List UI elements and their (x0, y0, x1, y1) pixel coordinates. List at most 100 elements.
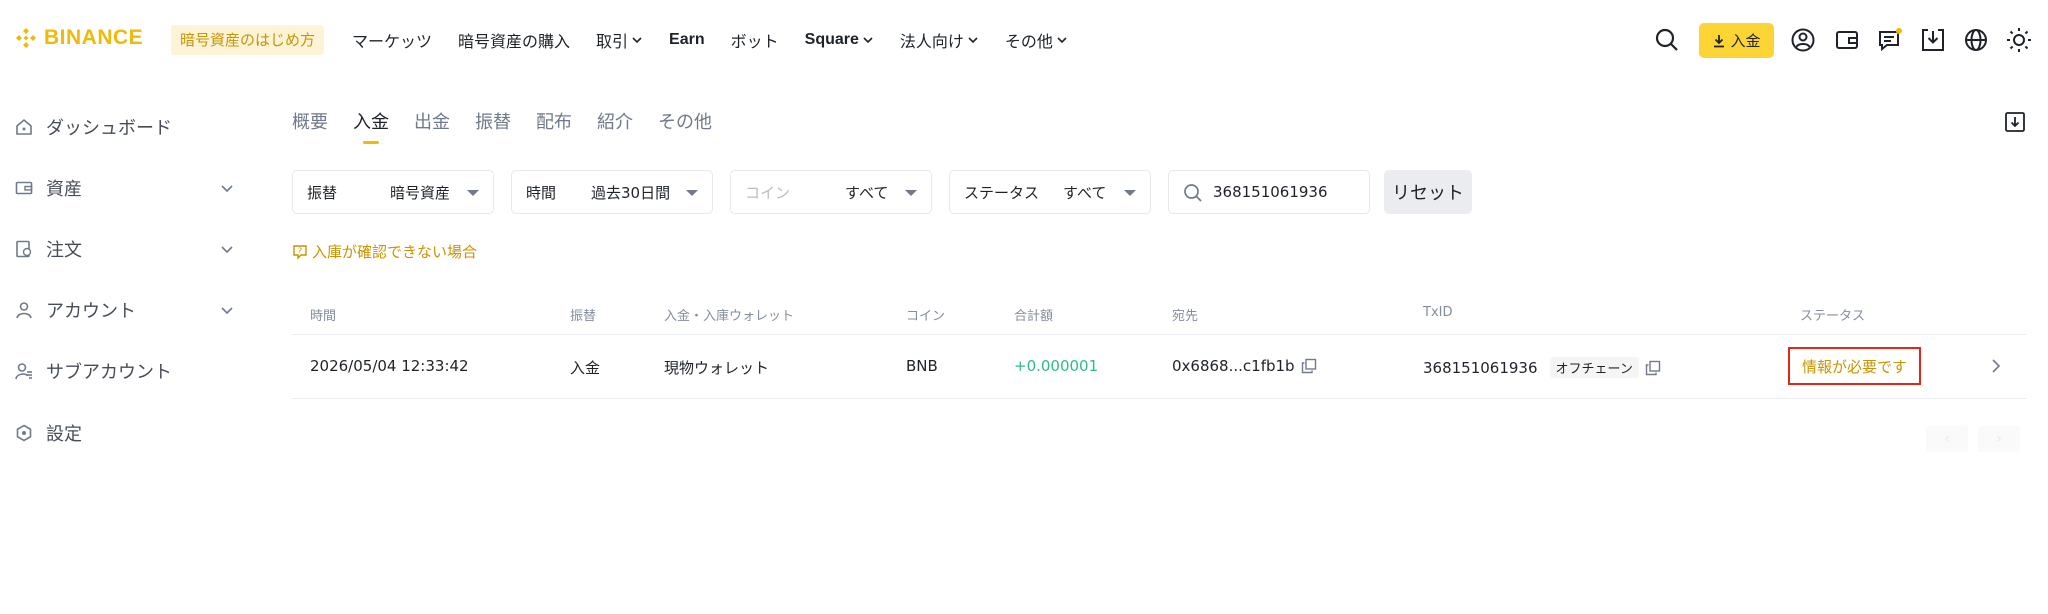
col-time: 時間 (310, 309, 337, 324)
sidebar-item-assets[interactable]: 資産 (14, 173, 234, 203)
time-filter[interactable]: 時間 過去30日間 (511, 170, 713, 214)
download-app-icon[interactable] (1919, 26, 1947, 54)
type-filter[interactable]: 振替 暗号資産 (292, 170, 494, 214)
nav-label: ボット (730, 32, 779, 51)
search-icon[interactable] (1653, 26, 1681, 54)
promo-link[interactable]: 暗号資産のはじめ方 (171, 25, 325, 55)
nav-institutional[interactable]: 法人向け (900, 28, 979, 52)
wallet-icon (14, 178, 34, 198)
export-icon[interactable] (2004, 111, 2026, 133)
table-row[interactable]: 2026/05/04 12:33:42 入金 現物ウォレット BNB +0.00… (292, 335, 2026, 399)
orders-icon (14, 239, 34, 259)
dropdown-arrow-icon (467, 190, 479, 196)
nav-earn[interactable]: Earn (669, 28, 705, 52)
sidebar-item-orders[interactable]: 注文 (14, 234, 234, 264)
col-txid: TxID (1423, 305, 1453, 320)
col-amount: 合計額 (1014, 309, 1054, 324)
row-address-cell: 0x6868...c1fb1b (1172, 357, 1317, 375)
tab-referral[interactable]: 紹介 (597, 108, 633, 136)
nav-trade[interactable]: 取引 (596, 28, 643, 52)
deposit-not-credited-link[interactable]: ? 入庫が確認できない場合 (292, 241, 477, 262)
messages-icon[interactable] (1876, 26, 1904, 54)
coin-filter[interactable]: コイン すべて (730, 170, 932, 214)
row-address: 0x6868...c1fb1b (1172, 357, 1295, 375)
filter-value: 過去30日間 (591, 183, 671, 202)
table-header: 時間 振替 入金・入庫ウォレット コイン 合計額 宛先 TxID ステータス (292, 295, 2026, 335)
nav-label: Earn (669, 31, 705, 48)
search-icon (1184, 184, 1202, 202)
help-icon: ? (293, 244, 307, 260)
sub-account-icon (14, 361, 34, 381)
theme-toggle-icon[interactable] (2005, 26, 2033, 54)
deposit-label: 入金 (1730, 32, 1761, 50)
prev-page-button[interactable]: ‹ (1926, 426, 1968, 452)
status-badge[interactable]: 情報が必要です (1788, 347, 1921, 385)
col-status: ステータス (1800, 309, 1866, 324)
status-filter[interactable]: ステータス すべて (949, 170, 1151, 214)
dropdown-arrow-icon (686, 190, 698, 196)
tab-withdraw[interactable]: 出金 (414, 108, 450, 136)
row-amount: +0.000001 (1014, 357, 1099, 375)
row-time: 2026/05/04 12:33:42 (310, 357, 469, 375)
filter-label: ステータス (964, 183, 1040, 202)
copy-icon[interactable] (1645, 360, 1661, 376)
wallet-icon[interactable] (1833, 26, 1861, 54)
chevron-down-icon (632, 37, 642, 44)
brand-name: BINANCE (44, 26, 144, 49)
dropdown-arrow-icon (905, 190, 917, 196)
sidebar-item-sub-account[interactable]: サブアカウント (14, 356, 234, 386)
history-tabs: 概要 入金 出金 振替 配布 紹介 その他 (292, 108, 737, 136)
home-icon (14, 117, 34, 137)
filter-label: 時間 (526, 183, 557, 202)
settings-icon (14, 423, 34, 443)
main-nav: マーケッツ 暗号資産の購入 取引 Earn ボット Square 法人向け その… (352, 28, 1094, 52)
search-input[interactable] (1213, 183, 1363, 201)
nav-label: 取引 (596, 32, 629, 51)
nav-label: 暗号資産の購入 (458, 32, 571, 51)
nav-label: Square (804, 31, 859, 48)
sidebar-item-settings[interactable]: 設定 (14, 418, 234, 448)
sidebar-item-dashboard[interactable]: ダッシュボード (14, 112, 234, 142)
dropdown-arrow-icon (1124, 190, 1136, 196)
reset-button[interactable]: リセット (1384, 170, 1472, 214)
header-deposit-button[interactable]: 入金 (1699, 23, 1774, 58)
tab-overview[interactable]: 概要 (292, 108, 328, 136)
tab-deposit[interactable]: 入金 (353, 108, 389, 136)
deposit-history-table: 時間 振替 入金・入庫ウォレット コイン 合計額 宛先 TxID ステータス 2… (292, 295, 2026, 399)
globe-icon[interactable] (1962, 26, 1990, 54)
chevron-down-icon (221, 246, 233, 254)
filter-label: コイン (745, 183, 791, 202)
nav-label: その他 (1004, 32, 1053, 51)
sidebar-item-label: アカウント (46, 301, 136, 322)
next-page-button[interactable]: › (1978, 426, 2020, 452)
nav-buy-crypto[interactable]: 暗号資産の購入 (458, 28, 570, 52)
nav-more[interactable]: その他 (1005, 28, 1068, 52)
sidebar-item-label: サブアカウント (46, 362, 172, 383)
nav-markets[interactable]: マーケッツ (352, 28, 432, 52)
chevron-right-icon[interactable] (1988, 358, 2004, 374)
row-coin: BNB (906, 357, 938, 375)
tab-other[interactable]: その他 (658, 108, 712, 136)
binance-logo[interactable]: BINANCE (14, 26, 143, 50)
help-link-label: 入庫が確認できない場合 (312, 243, 478, 261)
col-wallet: 入金・入庫ウォレット (664, 309, 795, 324)
txid-search (1168, 170, 1370, 214)
filter-value: すべて (1063, 183, 1107, 202)
chevron-down-icon (221, 307, 233, 315)
sidebar-item-label: 注文 (46, 240, 82, 261)
nav-label: 法人向け (899, 32, 964, 51)
top-navigation: BINANCE 暗号資産のはじめ方 マーケッツ 暗号資産の購入 取引 Earn … (0, 0, 2048, 80)
tab-transfer[interactable]: 振替 (475, 108, 511, 136)
sidebar-item-account[interactable]: アカウント (14, 295, 234, 325)
nav-bots[interactable]: ボット (731, 28, 779, 52)
account-icon[interactable] (1789, 26, 1817, 54)
nav-square[interactable]: Square (805, 28, 874, 52)
chevron-down-icon (1057, 37, 1067, 44)
copy-icon[interactable] (1301, 358, 1317, 374)
col-coin: コイン (906, 309, 946, 324)
nav-label: マーケッツ (352, 32, 433, 51)
row-type: 入金 (570, 359, 601, 377)
sidebar-item-label: 資産 (46, 179, 82, 200)
row-wallet: 現物ウォレット (664, 359, 770, 377)
tab-distribution[interactable]: 配布 (536, 108, 572, 136)
